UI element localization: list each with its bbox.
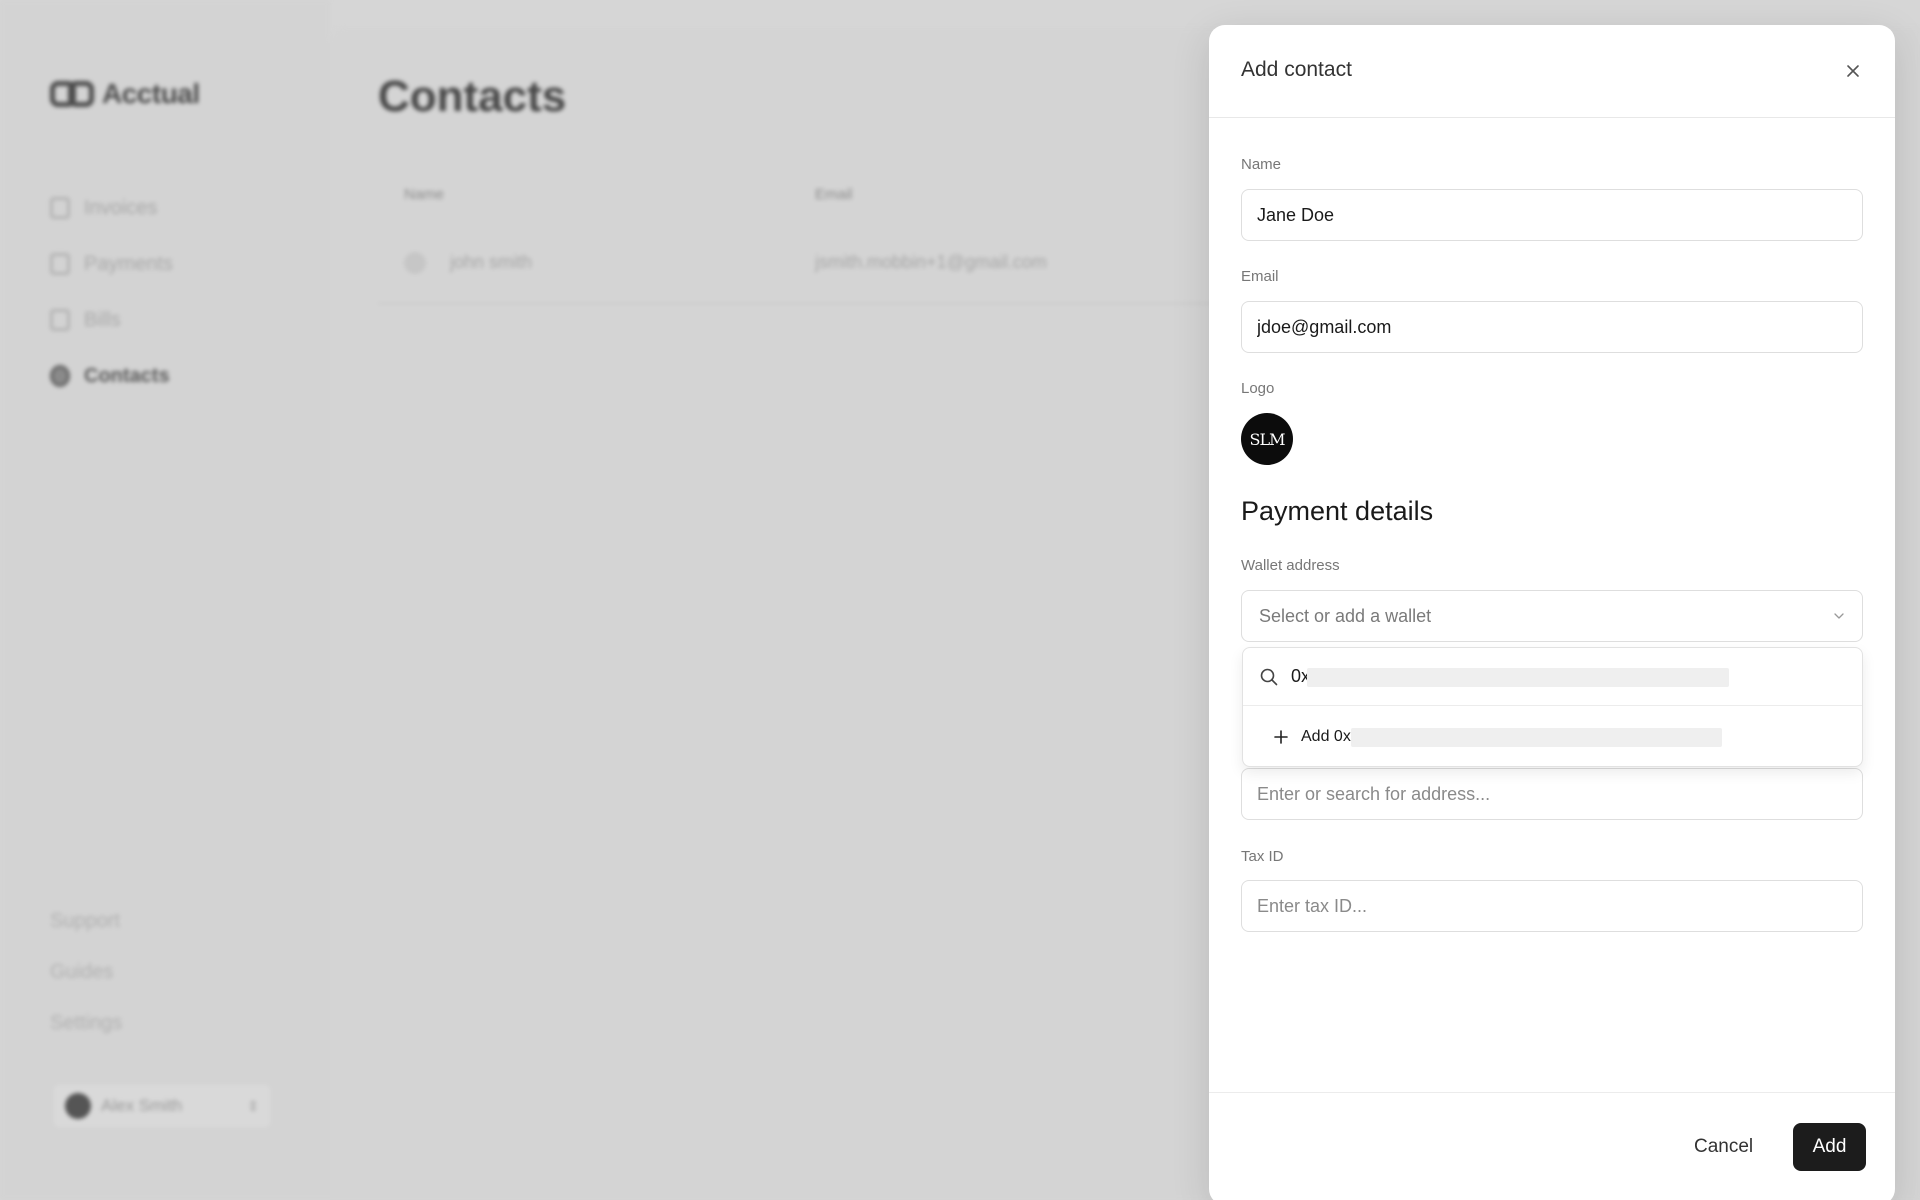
sidebar: Acctual Invoices Payments Bills Contacts… xyxy=(0,0,330,1200)
cancel-button[interactable]: Cancel xyxy=(1681,1123,1766,1171)
user-switcher[interactable]: Alex Smith ⇕ xyxy=(52,1083,272,1129)
settings-link[interactable]: Settings xyxy=(50,1012,122,1063)
sidebar-item-bills[interactable]: Bills xyxy=(50,292,173,348)
close-icon xyxy=(1847,65,1859,77)
search-icon xyxy=(1260,668,1278,685)
modal-title: Add contact xyxy=(1241,58,1352,81)
sidebar-item-label: Contacts xyxy=(84,364,170,387)
bill-icon xyxy=(50,309,70,331)
add-option-value: 0x xyxy=(1333,728,1351,745)
user-name: Alex Smith xyxy=(101,1096,183,1115)
address-search-field[interactable] xyxy=(1241,768,1863,820)
wallet-address-label: Wallet address xyxy=(1241,557,1340,574)
sidebar-nav: Invoices Payments Bills Contacts xyxy=(50,180,173,404)
payment-details-heading: Payment details xyxy=(1241,496,1434,526)
tax-id-label: Tax ID xyxy=(1241,848,1284,865)
wallet-select-placeholder: Select or add a wallet xyxy=(1259,605,1432,626)
wallet-select[interactable]: Select or add a wallet xyxy=(1241,590,1863,642)
chevron-updown-icon: ⇕ xyxy=(247,1097,259,1114)
wallet-dropdown: 0x Add 0x xyxy=(1242,647,1863,767)
modal-footer: Cancel Add xyxy=(1209,1092,1895,1200)
sidebar-item-invoices[interactable]: Invoices xyxy=(50,180,173,236)
name-field[interactable] xyxy=(1241,189,1863,241)
modal-header: Add contact xyxy=(1209,25,1895,118)
name-label: Name xyxy=(1241,156,1282,173)
email-label: Email xyxy=(1241,268,1279,285)
sidebar-item-payments[interactable]: Payments xyxy=(50,236,173,292)
redacted-address xyxy=(1307,668,1729,687)
wallet-search[interactable]: 0x xyxy=(1243,648,1862,706)
sidebar-item-label: Bills xyxy=(84,308,121,331)
logo-upload-avatar[interactable]: SLM xyxy=(1241,413,1293,465)
sidebar-item-contacts[interactable]: Contacts xyxy=(50,348,173,404)
add-option-prefix: Add xyxy=(1301,728,1330,745)
column-header-name: Name xyxy=(404,186,445,203)
logo-label: Logo xyxy=(1241,380,1275,397)
close-button[interactable] xyxy=(1841,59,1865,83)
invoice-icon xyxy=(50,197,70,219)
email-field[interactable] xyxy=(1241,301,1863,353)
redacted-address xyxy=(1351,728,1722,747)
contact-name: john smith xyxy=(450,252,533,272)
avatar xyxy=(65,1093,91,1119)
chevron-down-icon xyxy=(1833,612,1845,620)
sidebar-item-label: Payments xyxy=(84,252,173,275)
contacts-icon xyxy=(50,365,70,387)
contact-email: jsmith.mobbin+1@gmail.com xyxy=(815,252,1047,272)
sidebar-bottom-links: Support Guides Settings xyxy=(50,910,122,1063)
avatar xyxy=(404,252,426,274)
add-wallet-option-label: Add 0x xyxy=(1301,728,1351,746)
add-wallet-option[interactable]: Add 0x xyxy=(1243,707,1862,767)
plus-icon xyxy=(1274,730,1288,744)
chart-icon xyxy=(50,253,70,275)
page-title: Contacts xyxy=(378,72,567,121)
column-header-email: Email xyxy=(815,186,853,203)
add-contact-modal: Add contact Name Email Logo SLM Payment … xyxy=(1209,25,1895,1200)
brand-name: Acctual xyxy=(102,78,200,109)
support-link[interactable]: Support xyxy=(50,910,122,961)
guides-link[interactable]: Guides xyxy=(50,961,122,1012)
acctual-logo-icon xyxy=(50,81,96,107)
add-button[interactable]: Add xyxy=(1793,1123,1866,1171)
tax-id-field[interactable] xyxy=(1241,880,1863,932)
sidebar-item-label: Invoices xyxy=(84,196,158,219)
brand-logo: Acctual xyxy=(50,78,200,110)
